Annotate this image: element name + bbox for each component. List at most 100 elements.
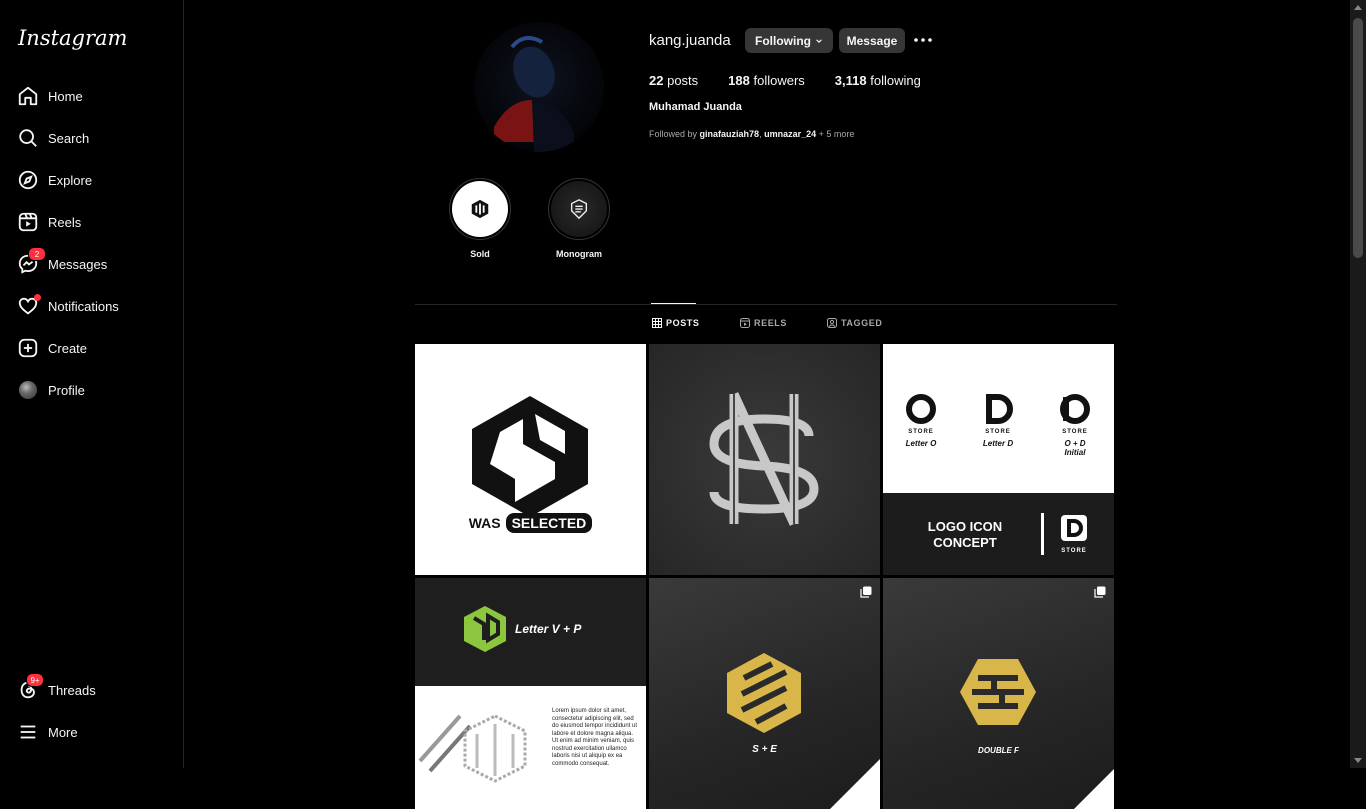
tab-tagged[interactable]: TAGGED <box>827 318 882 328</box>
corner-accent <box>830 759 880 809</box>
sidebar-item-create[interactable]: Create <box>8 328 174 368</box>
vp-green-logo <box>464 606 506 652</box>
followed-by[interactable]: Followed by ginafauziah78, umnazar_24 + … <box>649 129 854 139</box>
post-tile[interactable]: WAS SELECTED <box>415 344 646 575</box>
heart-icon <box>8 286 48 326</box>
message-button-label: Message <box>846 33 898 48</box>
post-caption: WAS SELECTED <box>415 513 646 533</box>
store-label: STORE <box>1061 548 1087 554</box>
highlight-monogram[interactable]: Monogram <box>547 178 611 259</box>
sidebar-item-label: Create <box>48 340 88 356</box>
followed-by-separator: , <box>759 129 762 139</box>
followed-by-more: + 5 more <box>818 129 855 139</box>
highlight-label: Sold <box>470 249 490 259</box>
home-icon <box>8 76 48 116</box>
followed-by-user-2: umnazar_24 <box>764 129 817 139</box>
messages-badge: 2 <box>28 247 46 261</box>
highlight-sold[interactable]: Sold <box>448 178 512 259</box>
post-tile[interactable]: DOUBLE F <box>883 578 1114 809</box>
followed-by-prefix: Followed by <box>649 129 698 139</box>
sidebar-item-label: Profile <box>48 382 85 398</box>
sidebar-item-search[interactable]: Search <box>8 118 174 158</box>
corner-accent <box>1074 769 1114 809</box>
tab-posts[interactable]: POSTS <box>652 318 700 328</box>
post-monogram-logo <box>709 392 819 526</box>
sidebar-item-home[interactable]: Home <box>8 76 174 116</box>
posts-label: posts <box>667 73 699 88</box>
scroll-down-arrow-icon[interactable] <box>1354 758 1362 763</box>
double-f-gold-logo <box>960 659 1036 725</box>
followers-count: 188 <box>728 73 750 88</box>
reels-icon <box>8 202 48 242</box>
active-tab-indicator <box>651 303 696 304</box>
grid-icon <box>652 318 662 328</box>
store-label: STORE <box>908 429 934 435</box>
following-button[interactable]: Following <box>745 28 833 53</box>
sidebar-item-profile[interactable]: Profile <box>8 370 174 410</box>
tab-label: TAGGED <box>841 318 883 328</box>
tab-label: POSTS <box>666 318 700 328</box>
sidebar-item-label: Search <box>48 130 90 146</box>
logo-variant: STORE Letter D <box>978 394 1018 448</box>
tabs-divider <box>415 304 1117 305</box>
post-logo-variants: STORE Letter O STORE Letter D STORE O + … <box>883 344 1114 493</box>
sidebar-item-explore[interactable]: Explore <box>8 160 174 200</box>
profile-username: kang.juanda <box>649 32 731 49</box>
instagram-logo[interactable]: Instagram <box>18 26 127 50</box>
post-tile[interactable]: S + E <box>649 578 880 809</box>
posts-stat: 22 posts <box>649 73 698 88</box>
carousel-icon <box>860 586 872 598</box>
store-label: STORE <box>1062 429 1088 435</box>
post-tile[interactable]: Letter V + P Lorem ipsum dolor sit amet,… <box>415 578 646 809</box>
post-caption: S + E <box>752 744 777 755</box>
sidebar-item-threads[interactable]: 9+ Threads <box>8 670 174 710</box>
following-button-label: Following <box>755 33 811 48</box>
post-tile[interactable]: STORE Letter O STORE Letter D STORE O + … <box>883 344 1114 575</box>
store-label: STORE <box>985 429 1011 435</box>
highlight-ring <box>548 178 610 240</box>
hexagon-logo-icon <box>471 199 489 219</box>
followers-stat[interactable]: 188 followers <box>728 73 805 88</box>
logo-caption: Letter D <box>982 439 1014 448</box>
compass-icon <box>8 160 48 200</box>
threads-icon: 9+ <box>8 670 48 710</box>
post-text: WAS <box>468 515 501 531</box>
profile-avatar-icon <box>8 370 48 410</box>
messenger-icon: 2 <box>8 244 48 284</box>
posts-count: 22 <box>649 73 664 88</box>
concept-title: LOGO ICON CONCEPT <box>913 519 1017 551</box>
concept-title-line2: CONCEPT <box>933 535 997 550</box>
sidebar-item-notifications[interactable]: Notifications <box>8 286 174 326</box>
profile-picture[interactable] <box>474 22 604 152</box>
tag-user-icon <box>827 318 837 328</box>
followers-label: followers <box>753 73 805 88</box>
page-scrollbar[interactable] <box>1350 0 1366 768</box>
chevron-down-icon <box>816 38 822 43</box>
scrollbar-thumb[interactable] <box>1353 18 1363 258</box>
message-button[interactable]: Message <box>839 28 905 53</box>
more-options-icon[interactable] <box>912 32 934 48</box>
se-gold-logo <box>727 653 801 733</box>
letter-d-logo <box>986 394 1013 424</box>
following-stat[interactable]: 3,118 following <box>835 73 921 88</box>
tab-reels[interactable]: REELS <box>740 318 787 328</box>
highlight-ring <box>449 178 511 240</box>
post-vp-banner: Letter V + P <box>415 578 646 686</box>
search-icon <box>8 118 48 158</box>
post-tile[interactable] <box>649 344 880 575</box>
sidebar-item-label: More <box>48 724 78 740</box>
letter-o-logo <box>906 394 936 424</box>
logo-variant: STORE O + D Initial <box>1055 394 1095 457</box>
post-lorem-text: Lorem ipsum dolor sit amet, consectetur … <box>552 708 638 767</box>
sidebar-item-reels[interactable]: Reels <box>8 202 174 242</box>
threads-badge: 9+ <box>26 673 44 687</box>
highlight-cover <box>452 181 508 237</box>
post-title: Letter V + P <box>515 622 582 636</box>
concept-title-line1: LOGO ICON <box>927 519 1003 534</box>
scroll-up-arrow-icon[interactable] <box>1354 5 1362 10</box>
sidebar-item-more[interactable]: More <box>8 712 174 752</box>
sidebar-item-label: Notifications <box>48 298 119 314</box>
highlight-cover <box>551 181 607 237</box>
sidebar-item-messages[interactable]: 2 Messages <box>8 244 174 284</box>
hamburger-menu-icon <box>8 712 48 752</box>
